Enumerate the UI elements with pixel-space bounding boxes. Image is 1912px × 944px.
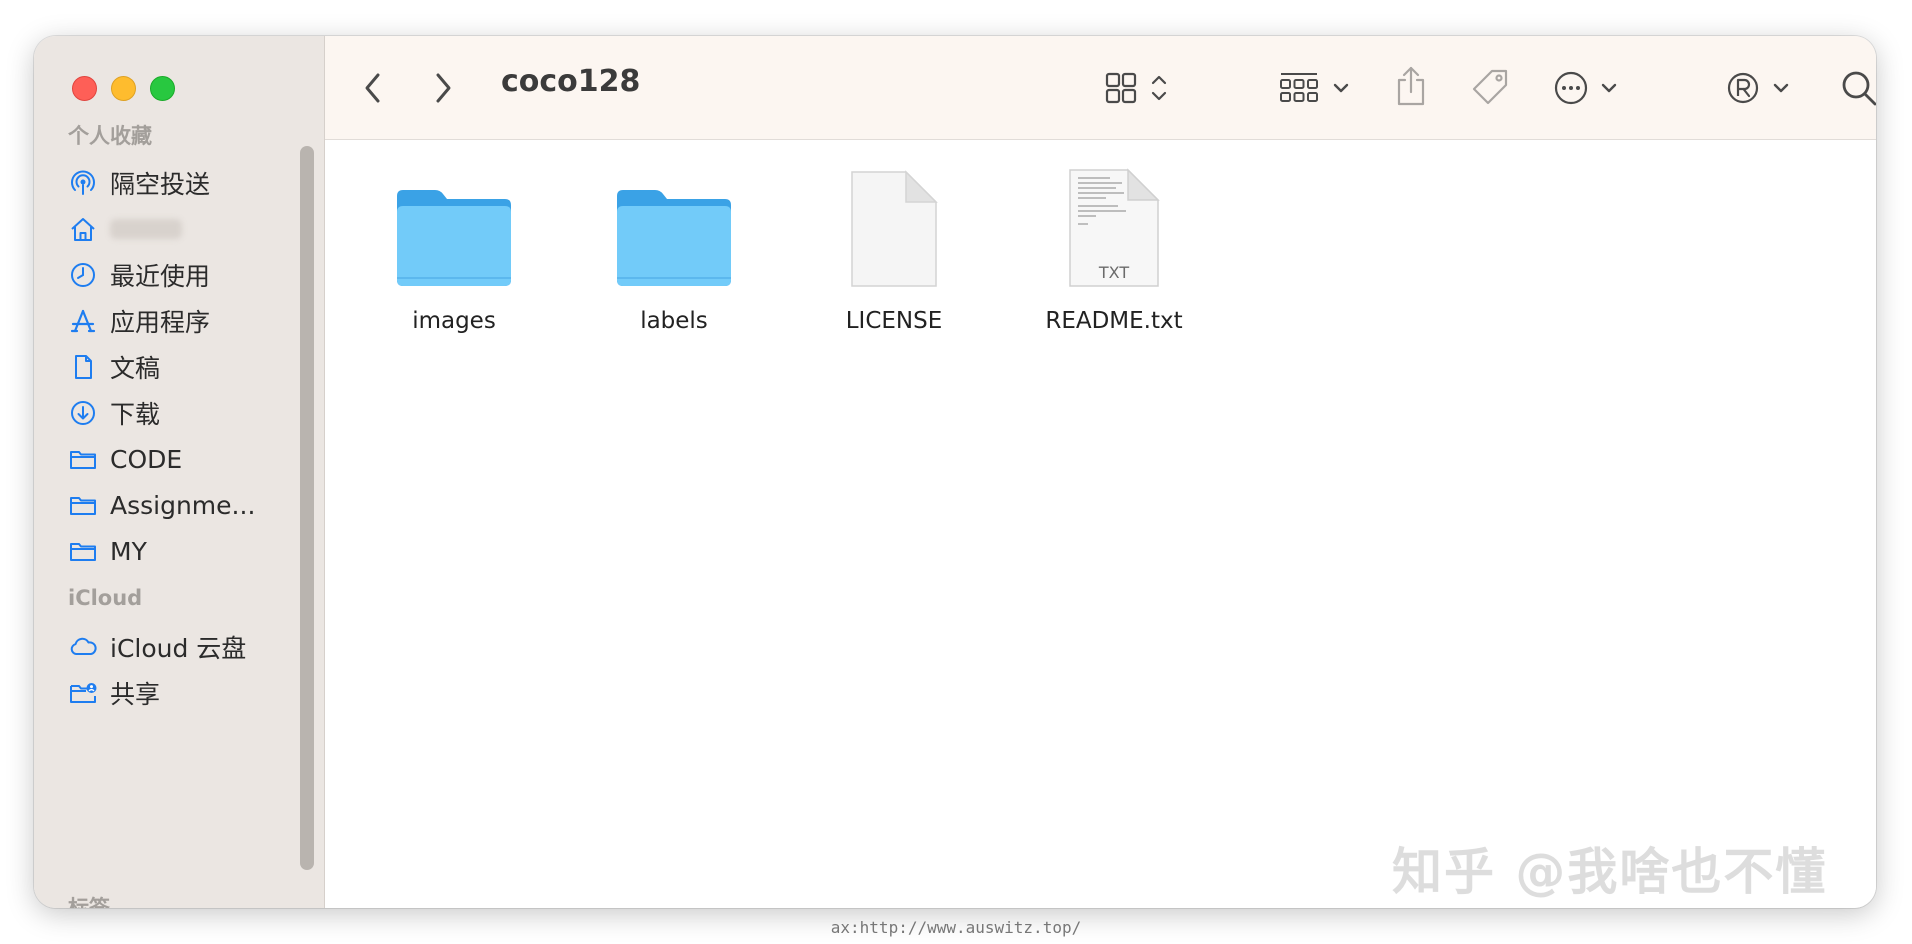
sidebar-item-airdrop[interactable]: 隔空投送 — [68, 160, 298, 206]
group-icon — [1277, 68, 1357, 108]
sidebar-item-recents[interactable]: 最近使用 — [68, 252, 298, 298]
back-icon — [361, 70, 385, 106]
finder-window: 个人收藏 隔空投送 最近使用 应用程序 文稿 下载 CODE Assignme.… — [34, 36, 1876, 908]
grid-view-icon — [1103, 68, 1175, 108]
shared-folder-icon — [68, 678, 98, 708]
sidebar-item-label: iCloud 云盘 — [110, 634, 247, 663]
tags-header: 标签 — [68, 896, 110, 908]
download-icon — [68, 398, 98, 428]
favorites-header: 个人收藏 — [68, 124, 152, 148]
tag-icon — [1468, 65, 1512, 109]
home-icon — [68, 214, 98, 244]
applications-icon — [68, 306, 98, 336]
source-caption: ax:http://www.auswitz.top/ — [830, 918, 1082, 937]
txt-badge: TXT — [1098, 263, 1130, 282]
sidebar-item-documents[interactable]: 文稿 — [68, 344, 298, 390]
tag-button[interactable] — [1467, 64, 1513, 110]
file-item-labels[interactable]: labels — [574, 160, 774, 334]
sidebar-item-label: 隔空投送 — [110, 170, 211, 199]
sidebar-item-label: 下载 — [110, 400, 161, 429]
registered-icon — [1725, 68, 1805, 108]
view-mode-button[interactable] — [1103, 66, 1175, 110]
toolbar: coco128 — [325, 36, 1876, 140]
file-item-readme[interactable]: TXT README.txt — [1014, 160, 1214, 334]
folder-icon — [574, 160, 774, 290]
sidebar-item-label: 共享 — [110, 680, 161, 709]
sidebar-scrollbar[interactable] — [300, 146, 314, 870]
sidebar-item-shared[interactable]: 共享 — [68, 670, 298, 716]
more-icon — [1553, 68, 1633, 108]
group-button[interactable] — [1277, 66, 1357, 110]
sidebar-item-label: 最近使用 — [110, 262, 211, 291]
folder-icon — [68, 444, 98, 474]
close-window-button[interactable] — [72, 76, 97, 101]
extension-button[interactable] — [1725, 66, 1805, 110]
folder-icon — [354, 160, 554, 290]
blurred-username — [110, 219, 182, 239]
airdrop-icon — [68, 168, 98, 198]
share-button[interactable] — [1391, 62, 1431, 112]
window-title: coco128 — [501, 64, 641, 99]
icloud-header: iCloud — [68, 586, 143, 610]
folder-icon — [68, 536, 98, 566]
file-name: README.txt — [1045, 308, 1183, 334]
sidebar-item-assignments[interactable]: Assignme... — [68, 482, 298, 528]
search-button[interactable] — [1837, 66, 1876, 110]
forward-button[interactable] — [425, 68, 461, 108]
document-icon — [794, 160, 994, 290]
sidebar: 个人收藏 隔空投送 最近使用 应用程序 文稿 下载 CODE Assignme.… — [34, 36, 325, 908]
document-icon — [68, 352, 98, 382]
window-controls — [72, 76, 175, 101]
sidebar-item-my[interactable]: MY — [68, 528, 298, 574]
sidebar-item-icloud-drive[interactable]: iCloud 云盘 — [68, 624, 298, 670]
watermark: 知乎 @我啥也不懂 — [1392, 843, 1828, 901]
zoom-window-button[interactable] — [150, 76, 175, 101]
file-name: images — [412, 308, 496, 334]
sidebar-item-label: MY — [110, 536, 147, 566]
folder-icon — [68, 490, 98, 520]
file-item-license[interactable]: LICENSE — [794, 160, 994, 334]
share-icon — [1393, 64, 1429, 110]
back-button[interactable] — [355, 68, 391, 108]
search-icon — [1839, 68, 1876, 108]
sidebar-item-home[interactable] — [68, 206, 298, 252]
file-name: LICENSE — [845, 308, 943, 334]
forward-icon — [431, 70, 455, 106]
sidebar-item-label: 文稿 — [110, 354, 161, 383]
sidebar-item-downloads[interactable]: 下载 — [68, 390, 298, 436]
sidebar-item-label: Assignme... — [110, 490, 256, 520]
text-file-icon: TXT — [1014, 160, 1214, 290]
sidebar-item-applications[interactable]: 应用程序 — [68, 298, 298, 344]
sidebar-item-label: CODE — [110, 444, 183, 474]
file-item-images[interactable]: images — [354, 160, 554, 334]
file-grid: images labels LICENSE TXT README.txt — [325, 140, 1876, 908]
cloud-icon — [68, 632, 98, 662]
more-actions-button[interactable] — [1553, 66, 1633, 110]
clock-icon — [68, 260, 98, 290]
file-name: labels — [640, 308, 708, 334]
sidebar-item-code[interactable]: CODE — [68, 436, 298, 482]
minimize-window-button[interactable] — [111, 76, 136, 101]
sidebar-item-label: 应用程序 — [110, 308, 211, 337]
